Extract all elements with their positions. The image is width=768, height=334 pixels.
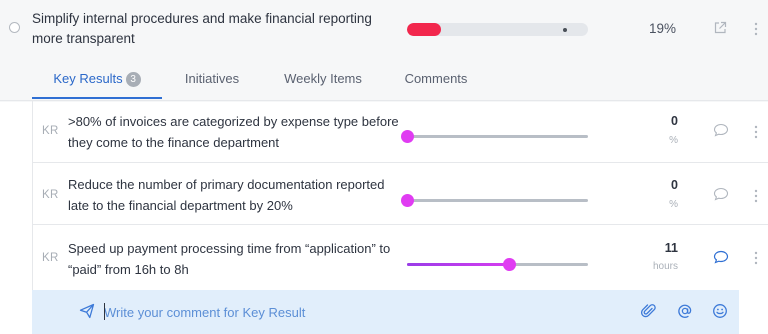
objective-progress-percent: 19% (648, 21, 676, 36)
key-result-row[interactable]: KR Reduce the number of primary document… (32, 163, 768, 225)
objective-status-radio[interactable] (9, 22, 20, 33)
key-results-count-badge: 3 (125, 72, 141, 87)
kr-current-value[interactable]: 0 (638, 114, 678, 128)
kr-title[interactable]: Speed up payment processing time from “a… (68, 238, 403, 280)
kr-title[interactable]: Reduce the number of primary documentati… (68, 174, 403, 216)
tab-weekly-items[interactable]: Weekly Items (277, 63, 369, 101)
kr-tag: KR (42, 189, 59, 201)
kr-slider-fill (407, 263, 509, 266)
objective-progress-bar (407, 23, 588, 36)
comment-icon[interactable] (713, 250, 729, 264)
mention-icon[interactable] (677, 303, 693, 319)
send-icon[interactable] (79, 303, 95, 319)
objective-more-icon[interactable] (751, 20, 761, 38)
kr-slider-thumb[interactable] (401, 194, 414, 207)
progress-marker-dot (563, 28, 567, 32)
kr-unit: % (669, 135, 678, 146)
kr-more-icon[interactable] (751, 249, 761, 267)
objective-progress-fill (407, 23, 442, 36)
kr-comment-composer (32, 290, 739, 334)
kr-more-icon[interactable] (751, 187, 761, 205)
text-cursor (104, 303, 105, 320)
kr-current-value[interactable]: 0 (638, 178, 678, 192)
comment-input[interactable] (104, 302, 624, 322)
tab-initiatives[interactable]: Initiatives (172, 63, 252, 101)
kr-tag: KR (42, 125, 59, 137)
active-tab-indicator (32, 97, 162, 99)
kr-progress-slider[interactable] (401, 130, 588, 143)
kr-progress-slider[interactable] (401, 194, 588, 207)
open-external-icon[interactable] (713, 21, 727, 35)
kr-unit: hours (652, 261, 678, 272)
kr-tag: KR (42, 252, 59, 264)
key-result-row[interactable]: KR Speed up payment processing time from… (32, 225, 768, 290)
emoji-icon[interactable] (712, 303, 728, 319)
kr-title[interactable]: >80% of invoices are categorized by expe… (68, 111, 403, 153)
kr-progress-slider[interactable] (407, 258, 588, 271)
kr-slider-thumb[interactable] (401, 130, 414, 143)
comment-icon[interactable] (713, 123, 729, 137)
objective-title[interactable]: Simplify internal procedures and make fi… (32, 9, 402, 49)
tab-key-results[interactable]: Key Results 3 (32, 63, 162, 101)
kr-unit: % (669, 199, 678, 210)
kr-slider-thumb[interactable] (502, 258, 516, 271)
tab-key-results-label: Key Results (53, 71, 123, 86)
tab-comments[interactable]: Comments (398, 63, 474, 101)
kr-current-value[interactable]: 11 (638, 241, 678, 255)
comment-icon[interactable] (713, 187, 729, 201)
attachment-icon[interactable] (641, 303, 657, 319)
kr-more-icon[interactable] (751, 123, 761, 141)
key-result-row[interactable]: KR >80% of invoices are categorized by e… (32, 101, 768, 163)
